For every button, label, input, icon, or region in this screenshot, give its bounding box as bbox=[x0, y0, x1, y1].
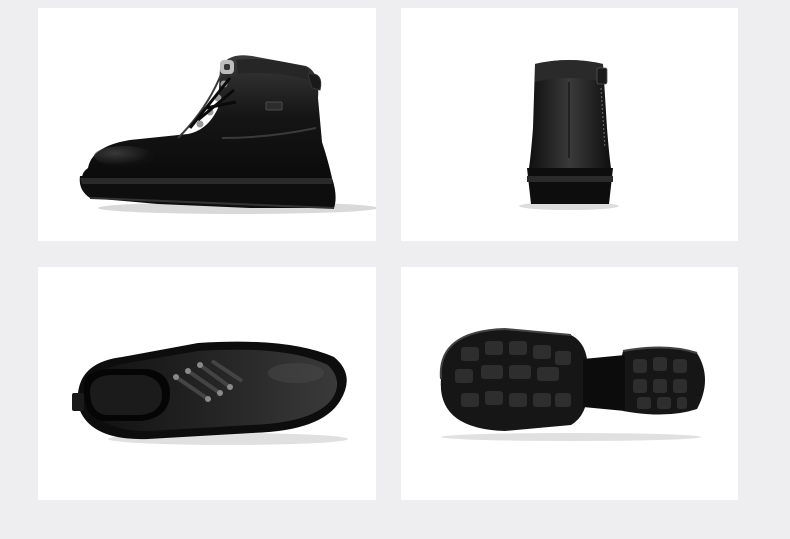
boot-sole-view-image bbox=[439, 327, 705, 441]
boot-side-view-image bbox=[79, 55, 376, 214]
image-panel-side-view[interactable] bbox=[38, 8, 376, 241]
boot-back-view-image bbox=[519, 60, 619, 210]
image-panel-top-view[interactable] bbox=[38, 267, 376, 500]
image-panel-back-view[interactable] bbox=[401, 8, 738, 241]
image-panel-sole-view[interactable] bbox=[401, 267, 738, 500]
boot-top-view-image bbox=[72, 341, 348, 445]
